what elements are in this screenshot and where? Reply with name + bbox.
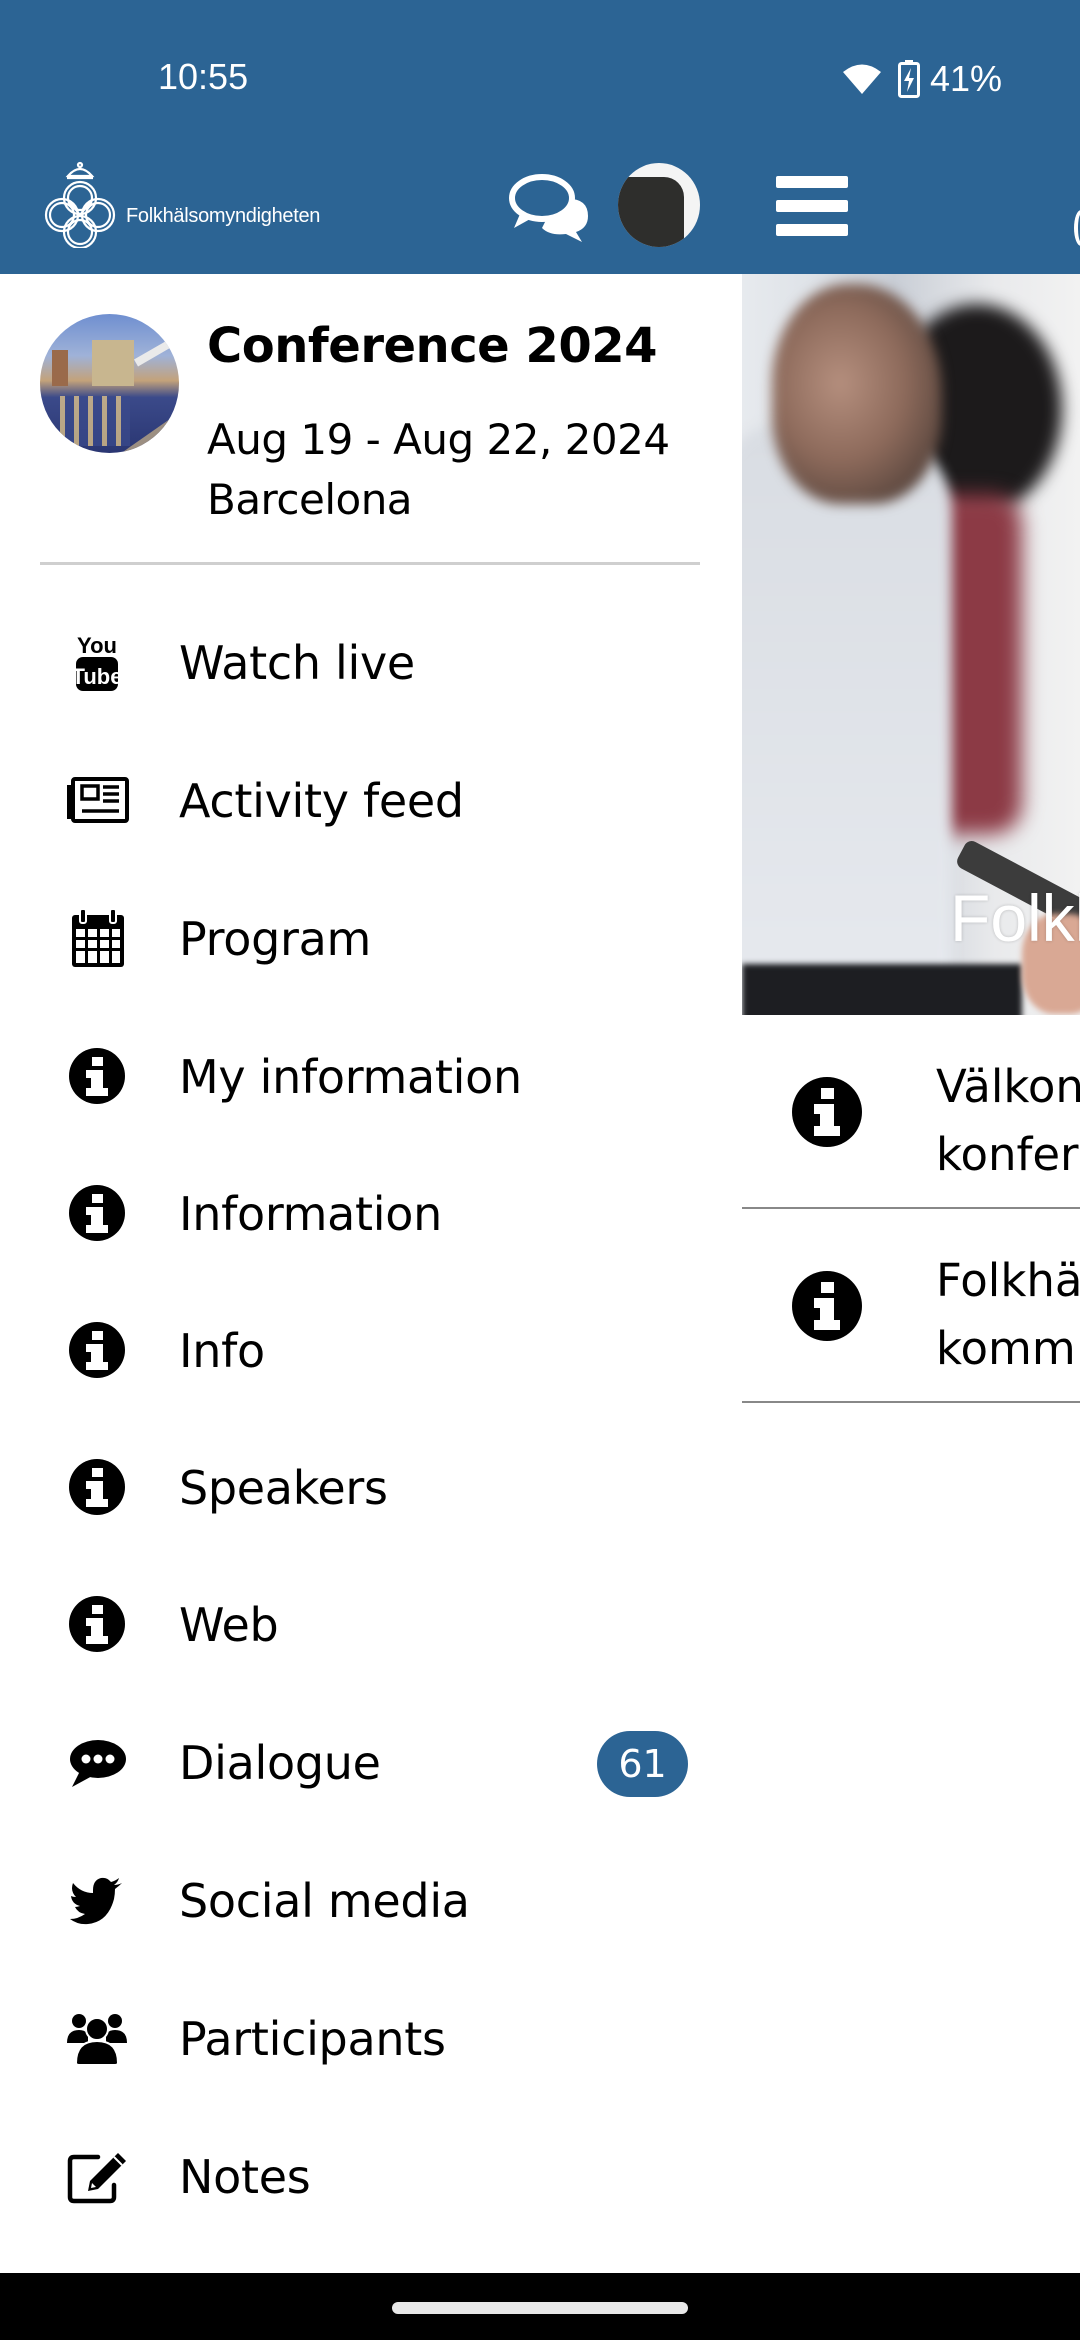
twitter-icon [70, 1877, 122, 1925]
status-time: 10:55 [158, 56, 249, 97]
event-image [40, 314, 179, 453]
menu-item-participants[interactable]: Participants [0, 1973, 742, 2103]
chat-icon[interactable] [506, 172, 592, 244]
logo-emblem-icon [44, 161, 116, 248]
menu-item-label: Program [179, 912, 371, 966]
menu-item-program[interactable]: Program [0, 873, 742, 1003]
hero-image: Folkh [742, 274, 1080, 1015]
profile-avatar[interactable] [618, 163, 700, 247]
menu-item-label: Speakers [179, 1461, 388, 1515]
speech-bubble-icon [70, 1740, 126, 1787]
menu-item-speakers[interactable]: Speakers [0, 1422, 742, 1552]
hamburger-menu-icon[interactable] [776, 176, 848, 236]
menu-item-label: Dialogue [179, 1736, 381, 1790]
menu-item-label: Watch live [179, 636, 415, 690]
news-title-line2: konfer [936, 1128, 1079, 1181]
menu-item-watch-live[interactable]: You Tube Watch live [0, 597, 742, 727]
menu-item-label: Web [179, 1598, 279, 1652]
news-item[interactable]: Folkhä komm [742, 1209, 1080, 1403]
system-navigation-bar [0, 2273, 1080, 2340]
menu-item-activity-feed[interactable]: Activity feed [0, 735, 742, 865]
menu-item-label: Participants [179, 2012, 446, 2066]
news-title-line2: komm [936, 1322, 1076, 1375]
main-content: Folkh Välkon konfer Folkhä komm [742, 274, 1080, 2273]
app-header: 10:55 41% Folkhälsomyndigheten [0, 0, 1080, 274]
news-item[interactable]: Välkon konfer [742, 1015, 1080, 1209]
users-icon [67, 2014, 127, 2066]
info-icon [69, 1185, 125, 1241]
navigation-drawer: Conference 2024 Aug 19 - Aug 22, 2024 Ba… [0, 274, 742, 2273]
event-location: Barcelona [207, 475, 413, 524]
event-dates: Aug 19 - Aug 22, 2024 [207, 415, 670, 464]
menu-item-info[interactable]: Info [0, 1285, 742, 1415]
menu-item-social-media[interactable]: Social media [0, 1835, 742, 1965]
svg-text:Tube: Tube [72, 664, 123, 689]
menu-item-information[interactable]: Information [0, 1148, 742, 1278]
info-icon [792, 1271, 862, 1341]
news-title-line1: Välkon [936, 1060, 1080, 1113]
menu-item-label: Info [179, 1324, 265, 1378]
wifi-icon [842, 64, 881, 94]
home-indicator[interactable] [392, 2302, 688, 2314]
menu-item-web[interactable]: Web [0, 1559, 742, 1689]
svg-text:You: You [77, 633, 117, 658]
menu-item-label: Notes [179, 2150, 311, 2204]
menu-item-label: My information [179, 1050, 522, 1104]
menu-item-my-information[interactable]: My information [0, 1011, 742, 1141]
menu-item-dialogue[interactable]: Dialogue 61 [0, 1697, 742, 1827]
info-icon [792, 1077, 862, 1147]
hero-title: Folkh [950, 881, 1080, 955]
info-icon [69, 1048, 125, 1104]
event-title: Conference 2024 [207, 318, 658, 374]
menu-item-label: Social media [179, 1874, 470, 1928]
logo-text: Folkhälsomyndigheten [126, 205, 321, 227]
newspaper-icon [67, 777, 129, 823]
menu-item-label: Activity feed [179, 774, 464, 828]
info-icon [69, 1459, 125, 1515]
info-icon [69, 1596, 125, 1652]
battery-charging-icon [897, 60, 920, 98]
calendar-icon [72, 908, 124, 967]
logo[interactable]: Folkhälsomyndigheten [40, 160, 320, 248]
status-icons: 41% [842, 58, 1002, 100]
battery-percent: 41% [929, 58, 1002, 99]
youtube-icon: You Tube [72, 633, 123, 691]
news-title-line1: Folkhä [936, 1254, 1080, 1307]
menu-item-notes[interactable]: Notes [0, 2111, 742, 2241]
header-edge-icon [1074, 210, 1080, 246]
dialogue-count-badge: 61 [597, 1731, 688, 1797]
menu-item-label: Information [179, 1187, 442, 1241]
divider [40, 562, 700, 565]
info-icon [69, 1322, 125, 1378]
edit-icon [67, 2153, 126, 2204]
